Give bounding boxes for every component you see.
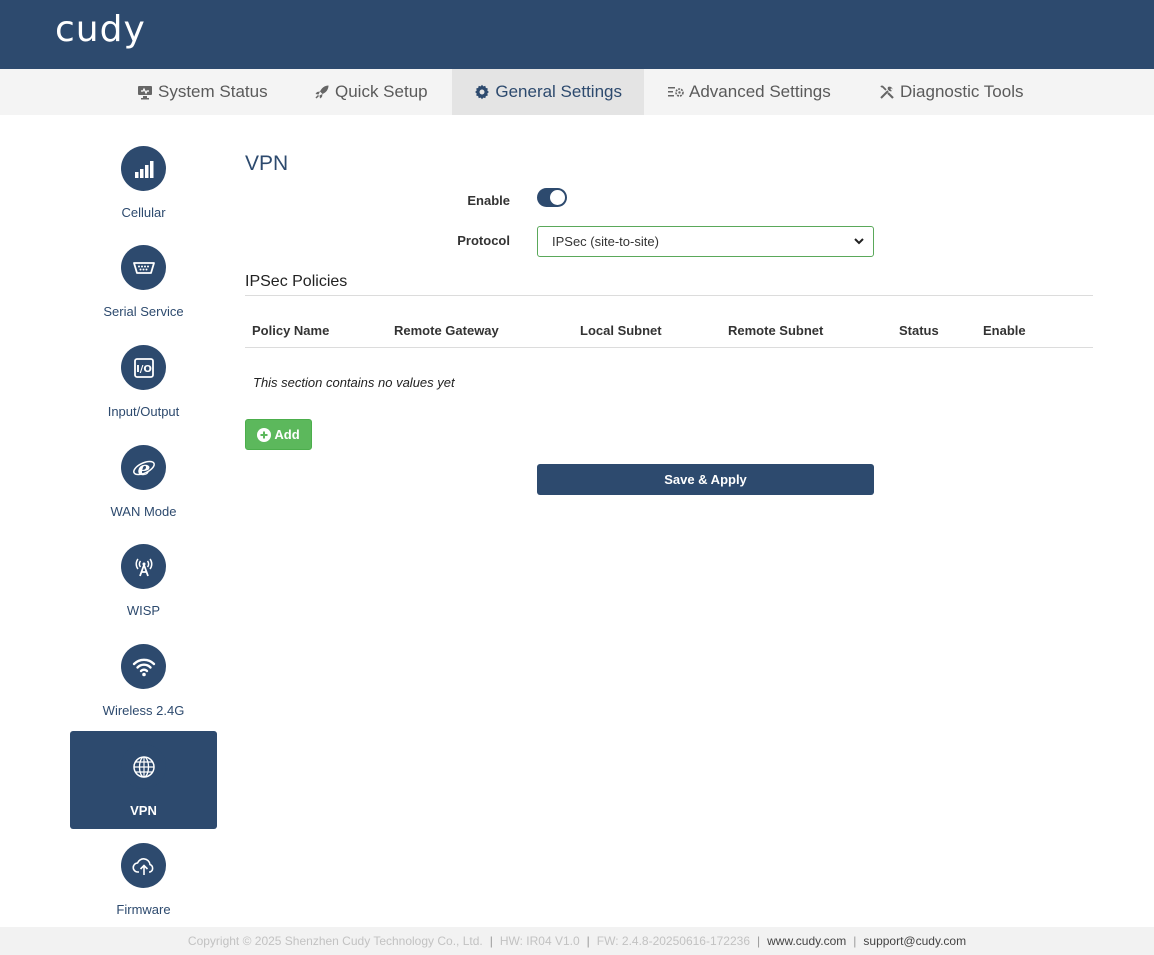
enable-toggle[interactable] bbox=[537, 188, 567, 207]
save-apply-button[interactable]: Save & Apply bbox=[537, 464, 874, 495]
tab-label: General Settings bbox=[495, 82, 622, 101]
enable-label: Enable bbox=[467, 193, 510, 208]
add-button-label: Add bbox=[274, 427, 300, 442]
globe-icon bbox=[121, 744, 166, 789]
tab-quick-setup[interactable]: Quick Setup bbox=[291, 69, 450, 115]
sidebar-item-firmware[interactable]: Firmware bbox=[70, 830, 217, 928]
footer: Copyright © 2025 Shenzhen Cudy Technolog… bbox=[0, 927, 1154, 955]
antenna-icon bbox=[121, 544, 166, 589]
plus-circle-icon bbox=[257, 427, 272, 442]
footer-website-link[interactable]: www.cudy.com bbox=[767, 934, 846, 948]
sidebar-item-label: Wireless 2.4G bbox=[102, 703, 185, 718]
sidebar-item-label: Cellular bbox=[121, 205, 166, 220]
save-apply-label: Save & Apply bbox=[664, 472, 747, 487]
tab-system-status[interactable]: System Status bbox=[114, 69, 290, 115]
sidebar-item-label: Firmware bbox=[116, 902, 171, 917]
footer-separator: | bbox=[489, 934, 493, 948]
column-header: Enable bbox=[983, 323, 1026, 338]
footer-separator: | bbox=[757, 934, 761, 948]
add-button[interactable]: Add bbox=[245, 419, 312, 450]
chevron-down-icon bbox=[854, 238, 864, 245]
signal-bars-icon bbox=[121, 146, 166, 191]
svg-text:e: e bbox=[137, 456, 150, 480]
tab-diagnostic-tools[interactable]: Diagnostic Tools bbox=[856, 69, 1045, 115]
sidebar-item-wireless-24g[interactable]: Wireless 2.4G bbox=[70, 631, 217, 729]
column-header: Status bbox=[899, 323, 939, 338]
tab-label: Advanced Settings bbox=[689, 82, 831, 101]
page-title: VPN bbox=[245, 152, 289, 175]
footer-separator: | bbox=[853, 934, 857, 948]
column-header: Remote Gateway bbox=[394, 323, 499, 338]
io-icon: I/O bbox=[121, 345, 166, 390]
column-header: Local Subnet bbox=[580, 323, 662, 338]
table-header-divider bbox=[245, 347, 1093, 348]
sidebar-item-serial-service[interactable]: Serial Service bbox=[70, 232, 217, 330]
tab-general-settings[interactable]: General Settings bbox=[452, 69, 644, 115]
tab-label: Diagnostic Tools bbox=[900, 82, 1024, 101]
protocol-label: Protocol bbox=[457, 233, 510, 248]
sidebar-item-label: Input/Output bbox=[107, 404, 180, 419]
footer-copyright: Copyright © 2025 Shenzhen Cudy Technolog… bbox=[187, 934, 483, 948]
serial-port-icon bbox=[121, 245, 166, 290]
sidebar-item-wan-mode[interactable]: e WAN Mode bbox=[70, 432, 217, 530]
protocol-select-value: IPSec (site-to-site) bbox=[552, 234, 659, 249]
tab-label: System Status bbox=[158, 82, 268, 101]
footer-separator: | bbox=[586, 934, 590, 948]
sidebar-item-wisp[interactable]: WISP bbox=[70, 531, 217, 629]
column-header: Remote Subnet bbox=[728, 323, 824, 338]
svg-text:I/O: I/O bbox=[136, 364, 152, 375]
rocket-icon bbox=[313, 84, 330, 101]
protocol-select[interactable]: IPSec (site-to-site) bbox=[537, 226, 874, 257]
wifi-icon bbox=[121, 644, 166, 689]
tab-advanced-settings[interactable]: Advanced Settings bbox=[645, 69, 853, 115]
tab-label: Quick Setup bbox=[335, 82, 428, 101]
sidebar-item-label: VPN bbox=[130, 803, 157, 818]
sidebar-item-label: WAN Mode bbox=[110, 504, 177, 519]
monitor-icon bbox=[136, 84, 153, 101]
internet-e-icon: e bbox=[121, 445, 166, 490]
gear-icon bbox=[474, 84, 490, 101]
top-nav: System Status Quick Setup General Settin… bbox=[0, 69, 1154, 115]
footer-hw-version: HW: IR04 V1.0 bbox=[499, 934, 580, 948]
section-divider bbox=[245, 295, 1093, 296]
tools-icon bbox=[878, 84, 895, 101]
footer-fw-version: FW: 2.4.8-20250616-172236 bbox=[596, 934, 751, 948]
section-title: IPSec Policies bbox=[245, 273, 348, 290]
sidebar-item-label: WISP bbox=[126, 603, 161, 618]
sidebar-item-input-output[interactable]: I/O Input/Output bbox=[70, 332, 217, 430]
header-bar: cudy bbox=[0, 0, 1154, 69]
column-header: Policy Name bbox=[252, 323, 330, 338]
list-gear-icon bbox=[667, 84, 684, 101]
footer-support-email-link[interactable]: support@cudy.com bbox=[863, 934, 966, 948]
cloud-upload-icon bbox=[121, 843, 166, 888]
sidebar-item-vpn[interactable]: VPN bbox=[70, 731, 217, 829]
sidebar-item-cellular[interactable]: Cellular bbox=[70, 133, 217, 231]
sidebar-item-label: Serial Service bbox=[103, 304, 184, 319]
toggle-knob bbox=[550, 190, 565, 205]
cudy-logo[interactable]: cudy bbox=[55, 9, 146, 50]
empty-table-message: This section contains no values yet bbox=[253, 375, 455, 390]
